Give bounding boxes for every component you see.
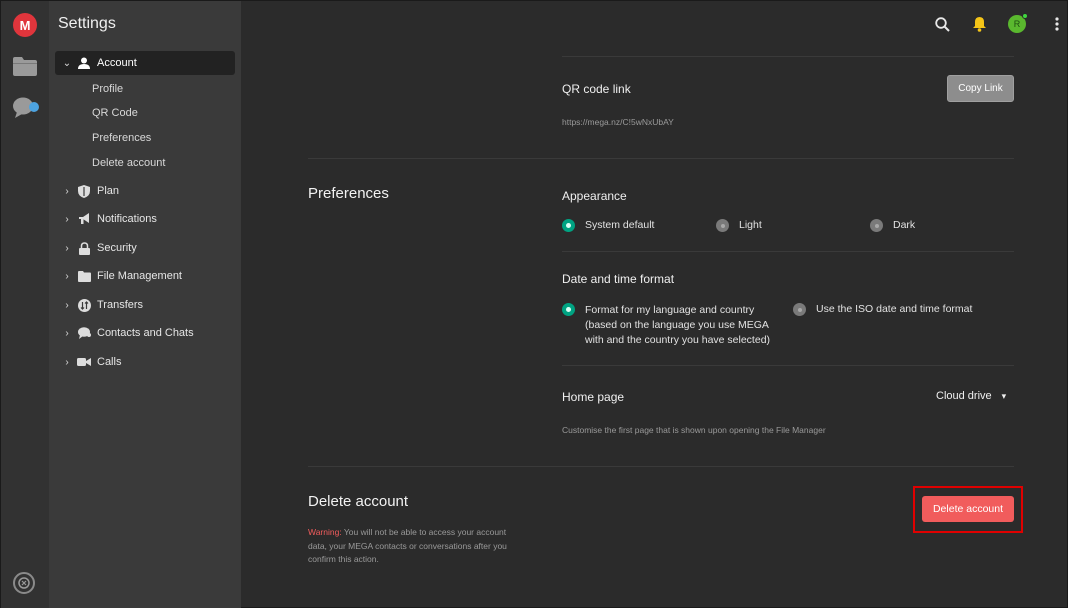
sidebar-item-account[interactable]: ⌄ Account [55, 51, 235, 75]
date-time-format-label: Date and time format [562, 272, 675, 286]
radio-checked-icon [562, 219, 575, 232]
sidebar-item-label: Account [97, 57, 137, 69]
radio-label: System default [585, 219, 655, 231]
chevron-down-icon: ⌄ [62, 57, 72, 69]
sidebar-item-transfers[interactable]: › Transfers [55, 293, 235, 317]
dropdown-value: Cloud drive [936, 390, 992, 402]
home-page-dropdown[interactable]: Cloud drive ▾ [936, 390, 1006, 402]
copy-link-button[interactable]: Copy Link [947, 75, 1014, 102]
home-page-description: Customise the first page that is shown u… [562, 425, 826, 435]
divider [562, 365, 1014, 366]
delete-account-warning: Warning: You will not be able to access … [308, 526, 528, 567]
sidebar-item-security[interactable]: › Security [55, 236, 235, 260]
appearance-option-light[interactable]: Light [716, 219, 762, 232]
sidebar-item-contacts-and-chats[interactable]: › Contacts and Chats [55, 321, 235, 345]
warning-text: confirm this action. [308, 554, 379, 564]
sidebar-item-file-management[interactable]: › File Management [55, 264, 235, 288]
cloud-drive-icon[interactable] [13, 57, 37, 76]
warning-text: data, your MEGA contacts or conversation… [308, 540, 507, 551]
delete-account-button[interactable]: Delete account [922, 496, 1014, 522]
divider [562, 251, 1014, 252]
chevron-right-icon: › [65, 270, 69, 282]
megaphone-icon [77, 212, 91, 226]
settings-window: M Settings ⌄ Account Profile QR Code Pre… [0, 0, 1068, 608]
transfers-icon [77, 298, 91, 312]
delete-account-section-title: Delete account [308, 493, 409, 510]
sidebar-item-label: Transfers [97, 299, 144, 311]
sidebar-subitem-qr-code[interactable]: QR Code [92, 107, 138, 119]
qr-code-link-label: QR code link [562, 82, 631, 96]
sidebar-item-notifications[interactable]: › Notifications [55, 207, 235, 231]
sidebar-item-plan[interactable]: › Plan [55, 179, 235, 203]
warning-label: Warning: [308, 527, 342, 537]
sidebar-item-label: Plan [97, 185, 120, 197]
user-icon [77, 56, 91, 70]
radio-unchecked-icon [870, 219, 883, 232]
settings-sidebar: Settings ⌄ Account Profile QR Code Prefe… [49, 1, 241, 608]
preferences-section-title: Preferences [308, 185, 389, 202]
sidebar-item-label: Contacts and Chats [97, 327, 194, 339]
appearance-label: Appearance [562, 189, 627, 203]
radio-label: Dark [893, 219, 916, 231]
settings-content: QR code link Copy Link https://mega.nz/C… [241, 1, 1068, 608]
divider [308, 466, 1014, 467]
chat-bubble-icon [77, 326, 91, 340]
chat-icon[interactable] [12, 96, 40, 120]
sidebar-title: Settings [58, 15, 116, 32]
mega-status-icon[interactable] [13, 572, 35, 594]
datetime-option-locale[interactable]: Format for my language and country (base… [562, 303, 770, 348]
divider [562, 56, 1014, 57]
chevron-right-icon: › [65, 327, 69, 339]
divider [308, 158, 1014, 159]
qr-code-url[interactable]: https://mega.nz/C!5wNxUbAY [562, 117, 674, 127]
sidebar-item-label: Calls [97, 356, 122, 368]
chevron-right-icon: › [65, 213, 69, 225]
sidebar-item-label: Security [97, 242, 137, 254]
datetime-option-iso[interactable]: Use the ISO date and time format [793, 303, 972, 316]
radio-unchecked-icon [793, 303, 806, 316]
sidebar-item-calls[interactable]: › Calls [55, 350, 235, 374]
radio-label: Format for my language and country (base… [585, 304, 771, 346]
sidebar-subitem-preferences[interactable]: Preferences [92, 132, 151, 144]
appearance-option-system-default[interactable]: System default [562, 219, 654, 232]
home-page-label: Home page [562, 390, 625, 404]
warning-text: You will not be able to access your acco… [341, 527, 507, 537]
chevron-down-icon: ▾ [1001, 390, 1007, 401]
chevron-right-icon: › [65, 242, 69, 254]
sidebar-subitem-profile[interactable]: Profile [92, 83, 123, 95]
sidebar-subitem-delete-account[interactable]: Delete account [92, 157, 165, 169]
shield-icon [77, 184, 91, 198]
chevron-right-icon: › [65, 356, 69, 368]
video-camera-icon [77, 355, 91, 369]
radio-unchecked-icon [716, 219, 729, 232]
left-rail: M [1, 1, 49, 608]
radio-checked-icon [562, 303, 575, 316]
sidebar-item-label: Notifications [97, 213, 157, 225]
chevron-right-icon: › [65, 185, 69, 197]
radio-label: Use the ISO date and time format [816, 303, 973, 315]
mega-logo-icon[interactable]: M [13, 13, 37, 37]
lock-icon [77, 241, 91, 255]
folder-icon [77, 269, 91, 283]
sidebar-item-label: File Management [97, 270, 182, 282]
radio-label: Light [739, 219, 762, 231]
chevron-right-icon: › [65, 299, 69, 311]
appearance-option-dark[interactable]: Dark [870, 219, 915, 232]
